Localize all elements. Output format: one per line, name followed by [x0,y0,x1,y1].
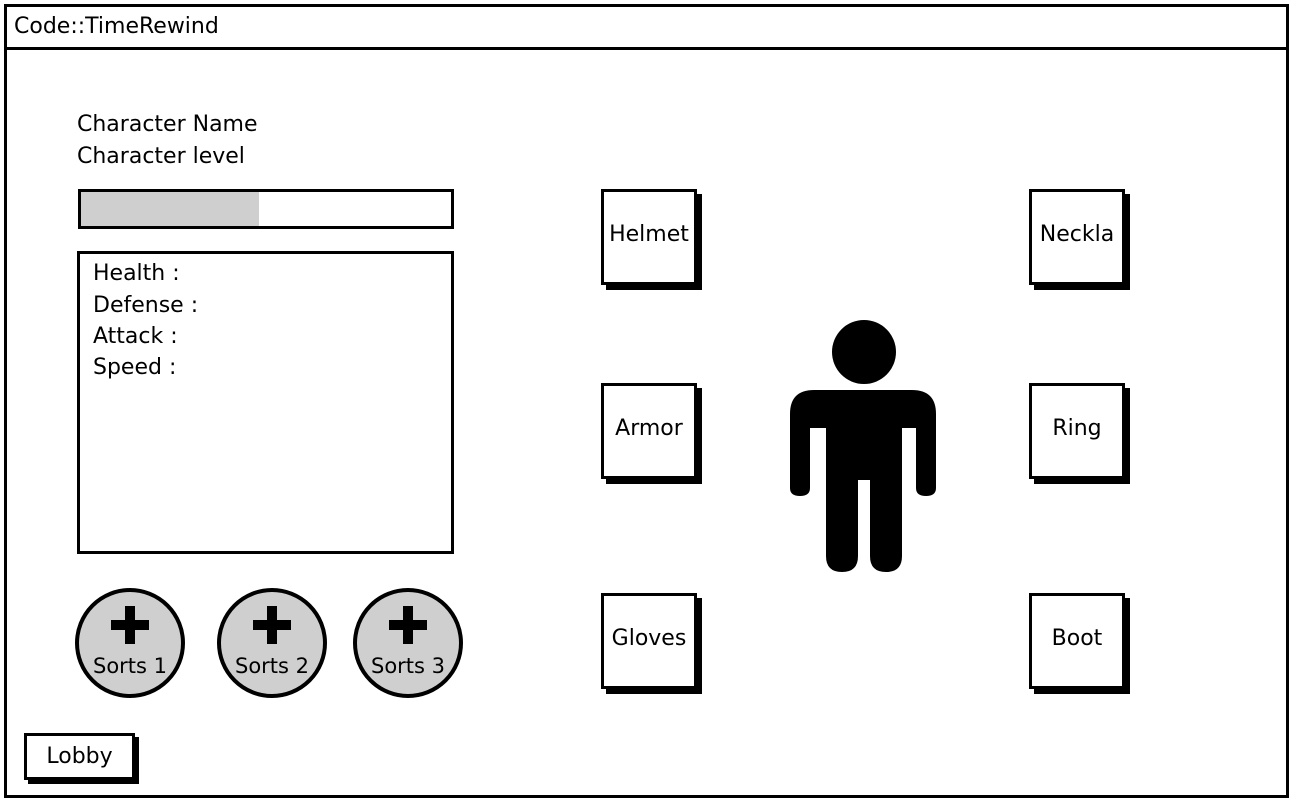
sort-label: Sorts 1 [92,654,168,678]
window-title: Code::TimeRewind [14,14,219,39]
plus-icon [253,606,291,644]
stat-health: Health : [93,261,180,286]
sort-1-button[interactable]: Sorts 1 [75,588,185,698]
equip-slot-helmet[interactable]: Helmet [601,189,697,285]
slot-label: Neckla [1039,222,1115,247]
equip-slot-necklace[interactable]: Neckla [1029,189,1125,285]
sort-label: Sorts 2 [234,654,310,678]
lobby-label: Lobby [46,744,113,769]
slot-label: Ring [1052,416,1102,441]
experience-bar [78,189,454,229]
sort-2-button[interactable]: Sorts 2 [217,588,327,698]
slot-label: Boot [1051,626,1103,651]
sort-label: Sorts 3 [370,654,446,678]
slot-label: Helmet [609,222,689,247]
person-icon [790,320,936,572]
slot-label: Armor [615,416,683,441]
sort-3-button[interactable]: Sorts 3 [353,588,463,698]
character-level: Character level [77,144,245,169]
equip-slot-armor[interactable]: Armor [601,383,697,479]
stat-defense: Defense : [93,293,199,318]
lobby-button[interactable]: Lobby [24,733,135,780]
slot-label: Gloves [611,626,687,651]
plus-icon [111,606,149,644]
equip-slot-ring[interactable]: Ring [1029,383,1125,479]
equip-slot-gloves[interactable]: Gloves [601,593,697,689]
character-name: Character Name [77,112,258,137]
stat-speed: Speed : [93,355,177,380]
plus-icon [389,606,427,644]
app-window: Code::TimeRewind Character Name Characte… [4,4,1289,798]
title-bar: Code::TimeRewind [7,7,1286,50]
equip-slot-boot[interactable]: Boot [1029,593,1125,689]
stat-attack: Attack : [93,324,178,349]
stats-panel: Health : Defense : Attack : Speed : [77,251,454,554]
experience-bar-fill [81,192,259,226]
